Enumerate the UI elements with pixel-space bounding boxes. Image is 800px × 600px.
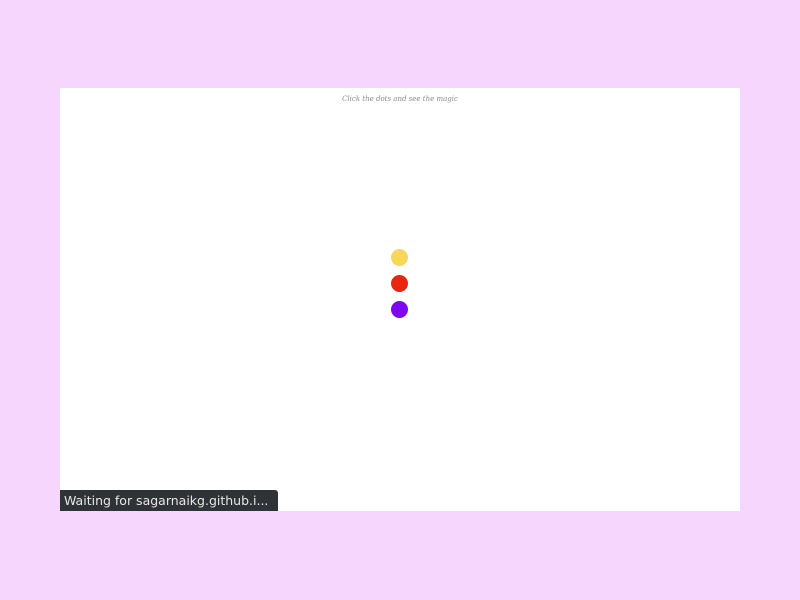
status-bar: Waiting for sagarnaikg.github.i... [60, 490, 279, 511]
yellow-dot[interactable] [391, 249, 408, 266]
browser-viewport: Click the dots and see the magic [60, 88, 740, 511]
purple-dot[interactable] [391, 301, 408, 318]
red-dot[interactable] [391, 275, 408, 292]
instruction-text: Click the dots and see the magic [342, 95, 458, 103]
